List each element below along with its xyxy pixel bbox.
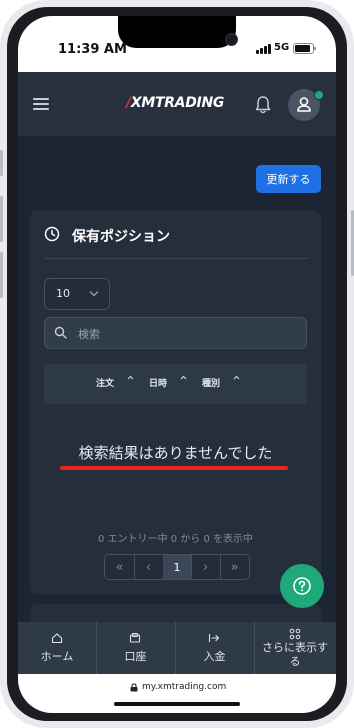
hamburger-menu-icon[interactable]	[33, 98, 49, 111]
bell-icon[interactable]	[254, 95, 272, 115]
home-icon	[51, 633, 63, 644]
status-time: 11:39 AM	[58, 42, 127, 57]
bottom-tab-bar: ホーム 口座 入金 さらに表示する	[18, 622, 336, 674]
open-positions-card: 保有ポジション 10 検索 注文 日時 種別 検索結果はありませんでした 0 エ…	[30, 210, 321, 594]
search-icon	[54, 326, 67, 339]
sort-caret-icon[interactable]	[233, 375, 240, 380]
home-indicator	[114, 702, 240, 706]
screen: 11:39 AM 5G ∕XMTRADING 更新する 保有ポジション 10 検…	[18, 16, 336, 713]
top-navbar: ∕XMTRADING	[18, 72, 336, 136]
divider	[44, 258, 309, 259]
first-page-button[interactable]: «	[105, 555, 135, 579]
entries-info: 0 エントリー中 0 から 0 を表示中	[98, 534, 253, 545]
front-camera	[225, 33, 238, 46]
search-placeholder: 検索	[78, 328, 100, 341]
grid-icon	[289, 628, 301, 640]
tab-deposit[interactable]: 入金	[175, 622, 255, 674]
volume-up-button	[0, 196, 3, 242]
tab-account[interactable]: 口座	[96, 622, 176, 674]
mute-switch	[0, 150, 3, 176]
lock-icon	[130, 683, 138, 692]
search-input[interactable]: 検索	[44, 317, 307, 349]
sort-caret-icon[interactable]	[127, 375, 134, 380]
help-chat-icon	[293, 577, 311, 595]
clock-icon	[44, 226, 60, 242]
account-icon	[129, 632, 141, 643]
sort-caret-icon[interactable]	[180, 375, 187, 380]
card-title: 保有ポジション	[72, 229, 170, 245]
tab-label-account: 口座	[124, 650, 147, 663]
status-bar: 11:39 AM 5G	[18, 16, 336, 72]
page-size-value: 10	[56, 287, 70, 300]
volume-down-button	[0, 252, 3, 298]
refresh-button[interactable]: 更新する	[256, 165, 321, 193]
notch	[118, 16, 238, 48]
red-underline-annotation	[60, 466, 288, 470]
help-button[interactable]	[280, 564, 324, 608]
last-page-button[interactable]: »	[220, 555, 249, 579]
column-header-datetime[interactable]: 日時	[149, 376, 167, 389]
page-size-select[interactable]: 10	[44, 278, 110, 310]
page-1-button[interactable]: 1	[163, 555, 192, 579]
tab-home[interactable]: ホーム	[18, 622, 97, 674]
url-text: my.xmtrading.com	[142, 682, 227, 692]
pagination: « ‹ 1 › »	[104, 554, 250, 580]
battery-icon	[293, 43, 316, 54]
tab-label-deposit: 入金	[203, 650, 226, 663]
logo-text: XMTRADING	[130, 95, 225, 111]
tab-label-more: さらに表示する	[262, 641, 328, 668]
deposit-icon	[208, 634, 220, 642]
table-header: 注文 日時 種別	[44, 364, 307, 404]
online-status-dot	[314, 90, 324, 100]
tab-more[interactable]: さらに表示する	[254, 622, 336, 674]
prev-page-button[interactable]: ‹	[134, 555, 164, 579]
network-type: 5G	[274, 42, 290, 53]
empty-results-message: 検索結果はありませんでした	[78, 444, 273, 462]
browser-url-bar[interactable]: my.xmtrading.com	[18, 674, 336, 713]
chevron-down-icon	[89, 291, 99, 297]
xmtrading-logo[interactable]: ∕XMTRADING	[126, 95, 224, 111]
column-header-order[interactable]: 注文	[96, 376, 114, 389]
signal-icon	[256, 44, 272, 54]
column-header-type[interactable]: 種別	[202, 376, 220, 389]
next-page-button[interactable]: ›	[191, 555, 221, 579]
tab-label-home: ホーム	[40, 650, 74, 663]
